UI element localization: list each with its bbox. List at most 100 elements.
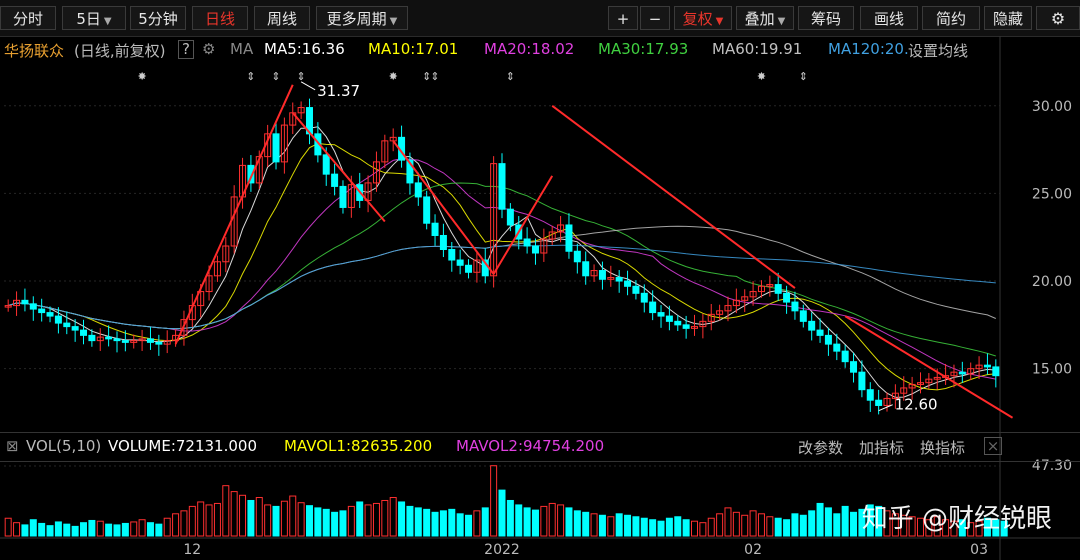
x-tick-label: 03 [970,542,988,558]
add-indicator-button[interactable]: 加指标 [859,437,904,458]
volume-bar [71,525,79,537]
candle-body [783,292,791,303]
volume-bar [105,523,113,537]
volume-bar [791,513,799,537]
close-icon[interactable]: × [984,437,1002,455]
volume-bar [456,513,464,537]
volume-bar [774,517,782,537]
volume-bar [732,511,740,537]
event-marker: ⇕ [430,70,439,83]
volume-bar [615,513,623,537]
candle-body [498,163,506,210]
volume-bar [498,489,506,537]
price-tick-label: 30.00 [1032,99,1072,115]
volume-bar [741,514,749,537]
trend-line [174,84,294,345]
candle-body [992,366,1000,377]
candle-body [38,308,46,314]
volume-bar [833,513,841,537]
watermark: 知乎 @财经锐眼 [861,504,1052,534]
candle-body [80,329,88,336]
candle-body [850,361,858,373]
candle-body [674,320,682,326]
volume-bar [841,505,849,537]
volume-bar [757,513,765,537]
volume-bar [448,508,456,537]
candle-body [875,399,883,406]
candle-body [113,338,121,342]
candle-body [799,310,807,322]
x-tick-label: 02 [744,542,762,558]
volume-bar [356,501,364,537]
volume-bar [364,504,372,537]
volume-bar [38,522,46,537]
volume-bar [624,514,632,537]
volume-bar [431,511,439,537]
candle-body [21,299,29,305]
candle-body [322,154,330,175]
volume-bar [707,517,715,537]
volume-bar [339,510,347,537]
volume-bar [490,465,498,537]
candle-body [523,238,531,247]
switch-indicator-button[interactable]: 换指标 [920,437,965,458]
volume-bar [314,507,322,537]
volume-bar [465,514,473,537]
candle-body [531,245,539,254]
volume-bar [406,505,414,537]
volume-bar [21,524,29,537]
volume-bar [783,519,791,537]
volume-bar [682,519,690,537]
volume-bar [213,502,221,537]
candle-body [105,336,113,340]
volume-bar [163,517,171,537]
candle-body [640,292,648,303]
volume-bar [473,510,481,537]
volume-bar [565,507,573,537]
close-icon[interactable]: ⊠ [6,437,19,455]
candle-body [582,261,590,277]
candle-body [858,371,866,391]
volume-bar [255,497,263,537]
volume-bar [29,519,37,537]
volume-bar [557,504,565,537]
price-tick-label: 25.00 [1032,186,1072,202]
candle-body [833,343,841,352]
volume-bar [632,516,640,537]
volume-bar [54,521,62,537]
candle-body [439,234,447,251]
candle-body [431,222,439,236]
volume-bar [716,513,724,537]
candle-body [824,334,832,345]
volume-bar [749,510,757,537]
volume-bar [46,525,54,537]
volume-bar [205,504,213,537]
volume-bar [515,504,523,537]
candle-body [121,340,129,343]
volume-bar [172,513,180,537]
candle-body [414,182,422,198]
volume-bar [850,511,858,537]
candle-body [29,303,37,310]
volume-bar [272,505,280,537]
change-params-button[interactable]: 改参数 [798,437,843,458]
candle-body [649,301,657,314]
vol-value: VOLUME:72131.000 [108,437,257,455]
high-pointer [300,81,316,91]
candle-body [63,322,71,328]
volume-bar [247,499,255,537]
volume-bar [113,524,121,537]
volume-bar [607,516,615,537]
candle-body [615,277,623,282]
volume-bar [674,516,682,537]
candle-body [155,341,163,345]
volume-bar [381,499,389,537]
volume-bar [197,501,205,537]
volume-bar [389,497,397,537]
volume-bar [657,520,665,537]
candle-body [506,208,514,226]
candle-body [816,329,824,336]
volume-bar [423,508,431,537]
volume-bar [96,520,104,537]
price-tick-label: 15.00 [1032,362,1072,378]
